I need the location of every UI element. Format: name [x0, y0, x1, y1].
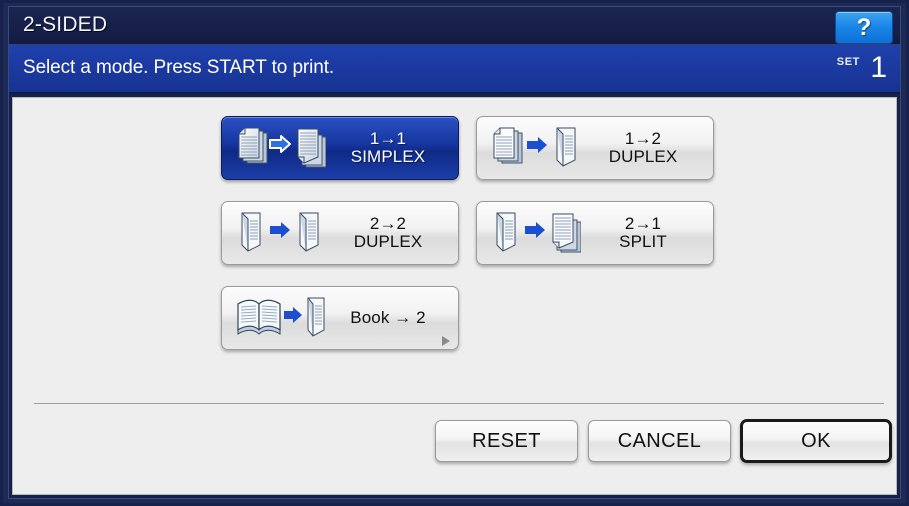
footer-divider [34, 403, 884, 404]
question-mark-icon: ? [856, 13, 872, 41]
mode-button-book-to-2[interactable]: Book → 2 [221, 286, 459, 350]
title-bar: 2-SIDED ? [9, 7, 900, 45]
mode-label-line1: 1→1 [369, 128, 407, 148]
mode-label-line1: 2→2 [369, 213, 407, 233]
main-panel: 1→1 SIMPLEX 1→2 DUPLEX 2→2 DUPLEX 2→1 SP… [12, 97, 897, 495]
status-message: Select a mode. Press START to print. [23, 57, 335, 78]
set-label: SET [836, 56, 860, 68]
mode-button-label: 2→1 SPLIT [581, 213, 713, 252]
duplex-to-sheet-icon [489, 209, 582, 257]
sheet-to-duplex-icon [489, 124, 581, 172]
mode-button-simplex-1-to-1[interactable]: 1→1 SIMPLEX [221, 116, 459, 180]
page-title: 2-SIDED [23, 13, 108, 36]
submenu-arrow-icon [442, 336, 450, 346]
mode-button-duplex-2-to-2[interactable]: 2→2 DUPLEX [221, 201, 459, 265]
mode-button-label: 1→1 SIMPLEX [326, 128, 458, 167]
mode-label-line2: SIMPLEX [350, 147, 426, 166]
duplex-to-duplex-icon [234, 209, 326, 257]
screen-inner-frame: 2-SIDED ? Select a mode. Press START to … [8, 6, 901, 499]
cancel-button[interactable]: CANCEL [588, 420, 731, 462]
help-button[interactable]: ? [835, 11, 893, 44]
set-count-value: 1 [870, 51, 887, 84]
mode-button-label: 2→2 DUPLEX [326, 213, 458, 252]
mode-label-line2: DUPLEX [608, 147, 678, 166]
book-to-duplex-icon [234, 294, 326, 342]
mode-label-line1: Book → 2 [350, 307, 426, 327]
mode-label-line2: DUPLEX [353, 232, 423, 251]
message-bar: Select a mode. Press START to print. SET… [9, 45, 900, 94]
mode-label-line1: 1→2 [624, 128, 662, 148]
mode-label-line2: SPLIT [619, 232, 667, 251]
sheet-to-sheet-icon [234, 124, 327, 172]
mode-button-label: Book → 2 [326, 307, 458, 327]
mode-button-label: 1→2 DUPLEX [581, 128, 713, 167]
mode-button-duplex-1-to-2[interactable]: 1→2 DUPLEX [476, 116, 714, 180]
printer-touch-screen: 2-SIDED ? Select a mode. Press START to … [0, 0, 909, 506]
ok-button[interactable]: OK [740, 419, 892, 463]
reset-button[interactable]: RESET [435, 420, 578, 462]
mode-button-split-2-to-1[interactable]: 2→1 SPLIT [476, 201, 714, 265]
mode-label-line1: 2→1 [624, 213, 662, 233]
